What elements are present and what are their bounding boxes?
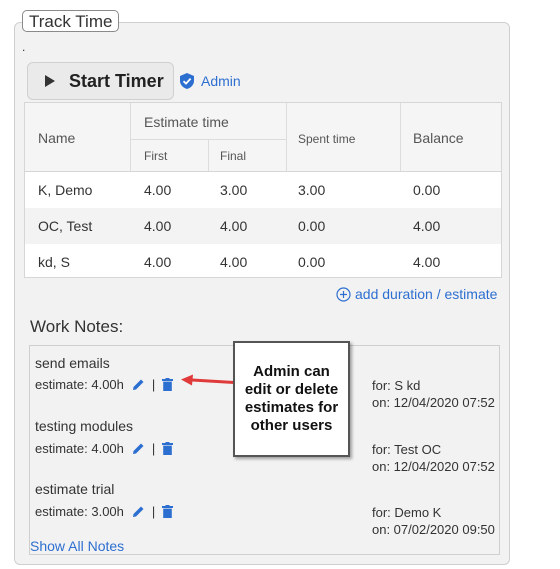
cell-first: 4.00 [144,218,172,234]
callout-line: estimates for [244,399,339,416]
table-row: K, Demo 4.00 3.00 3.00 0.00 [25,172,501,208]
plus-circle-icon [336,286,351,302]
cell-balance: 4.00 [413,254,441,270]
cell-name: K, Demo [38,182,93,198]
col-header-estimate: Estimate time [144,114,229,130]
table-row: kd, S 4.00 4.00 0.00 4.00 [25,244,501,277]
header-divider [130,103,131,171]
col-header-spent: Spent time [298,132,356,146]
note-estimate: estimate: 4.00h [35,377,124,392]
col-header-balance: Balance [413,130,464,146]
work-notes-title: Work Notes: [30,317,124,336]
callout-line: other users [250,417,333,434]
add-duration-label: add duration / estimate [355,286,498,302]
callout-arrow-icon [181,374,235,386]
note-estimate: estimate: 3.00h [35,504,124,519]
time-table: Name Estimate time First Final Spent tim… [24,102,502,278]
note-title: estimate trial [35,481,115,497]
note-estimate-row: estimate: 4.00h | [35,377,174,392]
note-meta: for: S kd on: 12/04/2020 07:52 [372,377,495,411]
table-row: OC, Test 4.00 4.00 0.00 4.00 [25,208,501,244]
cell-name: OC, Test [38,218,93,234]
shield-check-icon [180,73,194,89]
action-separator: | [151,504,156,519]
edit-icon[interactable] [132,505,145,518]
stray-dot: . [22,40,26,54]
table-header: Name Estimate time First Final Spent tim… [25,103,501,172]
show-all-notes-link[interactable]: Show All Notes [30,538,124,554]
cell-final: 4.00 [220,218,248,234]
cell-name: kd, S [38,254,70,270]
note-date: on: 12/04/2020 07:52 [372,459,495,474]
note-for: for: Test OC [372,442,442,457]
delete-icon[interactable] [162,442,174,455]
panel-title: Track Time [22,10,120,32]
action-separator: | [151,377,156,392]
start-timer-button[interactable]: Start Timer [27,62,174,100]
note-estimate: estimate: 4.00h [35,441,124,456]
action-separator: | [151,441,156,456]
col-header-name: Name [38,130,76,146]
add-duration-link[interactable]: add duration / estimate [336,286,497,302]
play-icon [45,75,55,87]
note-estimate-row: estimate: 4.00h | [35,441,174,456]
callout-line: edit or delete [244,381,339,398]
note-title: testing modules [35,418,134,434]
admin-badge: Admin [180,73,241,89]
cell-spent: 3.00 [298,182,326,198]
delete-icon[interactable] [162,378,174,391]
cell-balance: 0.00 [413,182,441,198]
callout-line: Admin can [253,363,330,380]
note-title: send emails [35,355,110,371]
note-for: for: S kd [372,378,421,393]
cell-spent: 0.00 [298,254,326,270]
start-timer-label: Start Timer [69,70,164,91]
note-meta: for: Demo K on: 07/02/2020 09:50 [372,504,495,538]
header-divider [286,103,287,171]
edit-icon[interactable] [132,442,145,455]
note-date: on: 12/04/2020 07:52 [372,395,495,410]
note-meta: for: Test OC on: 12/04/2020 07:52 [372,441,495,475]
note-date: on: 07/02/2020 09:50 [372,522,495,537]
edit-icon[interactable] [132,378,145,391]
admin-label: Admin [201,73,241,89]
col-header-first: First [144,149,168,163]
header-divider [400,103,401,171]
col-header-final: Final [220,149,247,163]
note-for: for: Demo K [372,505,442,520]
cell-spent: 0.00 [298,218,326,234]
cell-final: 3.00 [220,182,248,198]
note-estimate-row: estimate: 3.00h | [35,504,174,519]
cell-final: 4.00 [220,254,248,270]
callout-box: Admin can edit or delete estimates for o… [233,341,350,457]
header-divider [208,139,209,171]
header-divider [130,139,286,140]
delete-icon[interactable] [162,505,174,518]
cell-balance: 4.00 [413,218,441,234]
cell-first: 4.00 [144,182,172,198]
cell-first: 4.00 [144,254,172,270]
